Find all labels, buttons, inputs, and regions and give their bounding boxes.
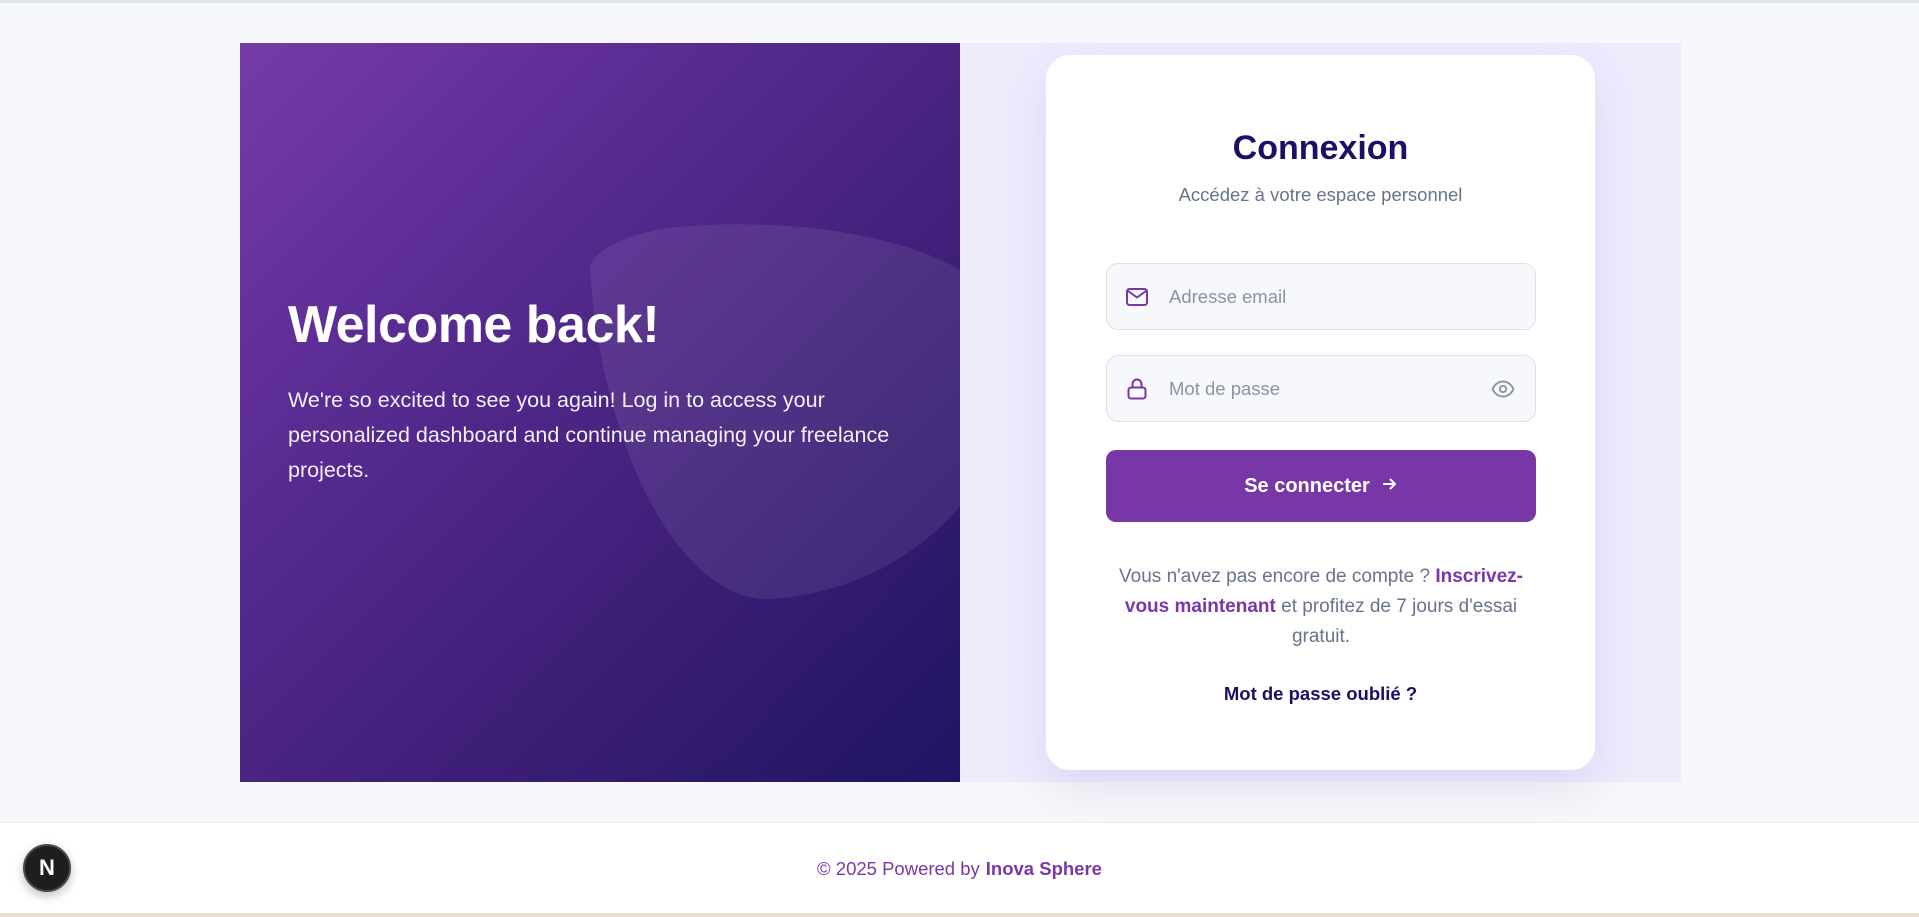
welcome-text: We're so excited to see you again! Log i… bbox=[288, 388, 890, 482]
password-field[interactable] bbox=[1106, 355, 1536, 422]
welcome-panel: Welcome back! We're so excited to see yo… bbox=[240, 43, 960, 782]
top-border bbox=[0, 0, 1919, 3]
email-input[interactable] bbox=[1167, 264, 1517, 329]
signup-prefix: Vous n'avez pas encore de compte ? bbox=[1119, 566, 1436, 587]
password-input[interactable] bbox=[1167, 356, 1489, 421]
signup-suffix: et profitez de 7 jours d'essai gratuit. bbox=[1275, 596, 1518, 647]
welcome-title: Welcome back! bbox=[288, 296, 660, 354]
n-logo-icon: N bbox=[39, 855, 55, 880]
footer: © 2025 Powered by Inova Sphere bbox=[0, 822, 1919, 914]
mail-icon bbox=[1125, 285, 1149, 309]
signup-prompt: Vous n'avez pas encore de compte ? Inscr… bbox=[1106, 562, 1536, 652]
dev-tools-badge[interactable]: N bbox=[23, 844, 71, 892]
eye-icon[interactable] bbox=[1489, 375, 1517, 403]
forgot-password-link[interactable]: Mot de passe oublié ? bbox=[1046, 683, 1595, 705]
arrow-right-icon bbox=[1382, 475, 1398, 498]
login-button[interactable]: Se connecter bbox=[1106, 450, 1536, 522]
login-subtitle: Accédez à votre espace personnel bbox=[1178, 184, 1463, 205]
email-field[interactable] bbox=[1106, 263, 1536, 330]
auth-container: Welcome back! We're so excited to see yo… bbox=[240, 43, 1681, 782]
footer-prefix: © 2025 Powered by bbox=[817, 857, 980, 879]
login-panel: Connexion Accédez à votre espace personn… bbox=[960, 43, 1681, 782]
lock-icon bbox=[1125, 377, 1149, 401]
footer-brand: Inova Sphere bbox=[985, 857, 1102, 879]
login-card: Connexion Accédez à votre espace personn… bbox=[1046, 55, 1595, 770]
bottom-border bbox=[0, 913, 1919, 917]
login-title: Connexion bbox=[1232, 129, 1409, 167]
login-button-label: Se connecter bbox=[1244, 474, 1370, 497]
welcome-content: Welcome back! We're so excited to see yo… bbox=[288, 293, 928, 488]
